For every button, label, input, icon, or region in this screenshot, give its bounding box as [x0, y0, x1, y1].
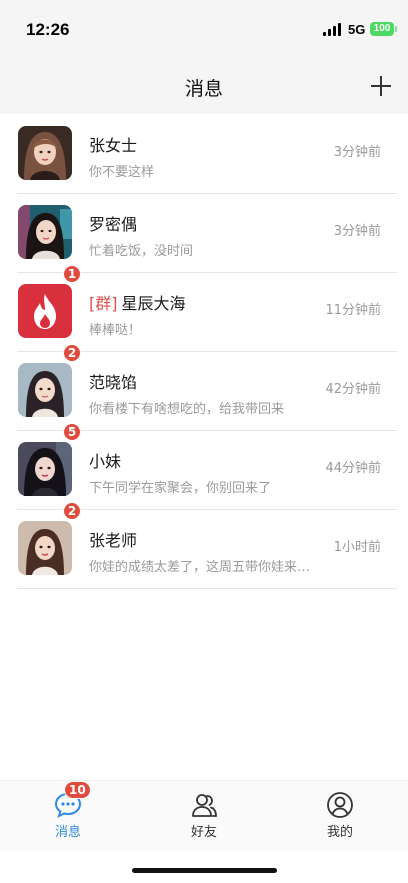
message-preview: 棒棒哒！ — [89, 323, 142, 338]
chat-bubble-icon: 10 — [54, 781, 91, 819]
message-preview: 下午同学在家聚会，你别回来了 — [89, 481, 272, 496]
message-time: 1小时前 — [333, 540, 381, 555]
contact-name-text: 张女士 — [89, 136, 138, 155]
home-indicator[interactable] — [132, 868, 277, 873]
nav-bar: 消息 — [0, 60, 408, 114]
unread-badge: 2 — [63, 502, 81, 520]
message-preview: 你娃的成绩太差了，这周五带你娃来… — [89, 560, 311, 575]
contact-name: 罗密偶 — [89, 211, 137, 235]
contact-name-text: 罗密偶 — [89, 215, 138, 234]
contact-name-text: 星辰大海 — [121, 294, 186, 313]
contact-name-text: 小妹 — [89, 452, 122, 471]
unread-badge: 1 — [63, 265, 81, 283]
contact-name: 张女士 — [89, 132, 137, 156]
tab-profile[interactable]: 我的 — [300, 791, 380, 840]
status-bar: 12:26 5G 100 — [0, 0, 408, 60]
avatar — [18, 442, 72, 496]
group-tag: [群] — [89, 294, 118, 313]
avatar — [18, 521, 72, 575]
contact-name: 张老师 — [89, 527, 137, 551]
tab-bar: 10 消息 好友 我的 — [0, 780, 408, 851]
conversation-item[interactable]: 5 小妹 下午同学在家聚会，你别回来了 44分钟前 — [17, 423, 397, 510]
conversation-item[interactable]: 2 张老师 你娃的成绩太差了，这周五带你娃来… 1小时前 — [17, 502, 397, 589]
avatar — [18, 126, 72, 180]
tab-messages[interactable]: 10 消息 — [28, 781, 108, 840]
conversation-item[interactable]: 罗密偶 忙着吃饭，没时间 3分钟前 — [17, 194, 397, 273]
unread-badge: 5 — [63, 423, 81, 441]
message-preview: 你不要这样 — [89, 165, 155, 180]
page-title: 消息 — [184, 78, 223, 100]
friends-icon — [190, 791, 218, 819]
message-time: 44分钟前 — [325, 461, 381, 476]
message-preview: 忙着吃饭，没时间 — [89, 244, 194, 259]
battery-icon: 100 — [370, 22, 397, 36]
contact-name: 小妹 — [89, 448, 121, 472]
tab-friends[interactable]: 好友 — [164, 791, 244, 840]
cellular-signal-icon — [323, 23, 343, 36]
message-time: 3分钟前 — [333, 145, 381, 160]
conversation-list: 张女士 你不要这样 3分钟前 罗密偶 忙着吃饭，没时间 3分钟前 1 [群] 星… — [0, 115, 408, 589]
tab-label: 我的 — [326, 825, 353, 840]
avatar — [18, 205, 72, 259]
avatar — [18, 284, 72, 338]
profile-icon — [326, 791, 354, 819]
message-time: 11分钟前 — [325, 303, 381, 318]
status-time: 12:26 — [26, 20, 70, 39]
contact-name-text: 张老师 — [89, 531, 138, 550]
message-time: 3分钟前 — [333, 224, 381, 239]
tab-label: 消息 — [54, 825, 81, 840]
conversation-item[interactable]: 张女士 你不要这样 3分钟前 — [17, 115, 397, 194]
message-preview: 你看楼下有啥想吃的，给我带回来 — [89, 402, 285, 417]
unread-badge: 2 — [63, 344, 81, 362]
avatar — [18, 363, 72, 417]
tab-unread-badge: 10 — [64, 781, 91, 799]
conversation-item[interactable]: 1 [群] 星辰大海 棒棒哒！ 11分钟前 — [17, 265, 397, 352]
tab-label: 好友 — [190, 825, 217, 840]
plus-icon[interactable] — [368, 73, 394, 99]
message-time: 42分钟前 — [325, 382, 381, 397]
conversation-item[interactable]: 2 范晓馅 你看楼下有啥想吃的，给我带回来 42分钟前 — [17, 344, 397, 431]
contact-name: [群] 星辰大海 — [89, 290, 186, 314]
contact-name: 范晓馅 — [89, 369, 137, 393]
network-type: 5G — [348, 22, 366, 37]
contact-name-text: 范晓馅 — [89, 373, 138, 392]
